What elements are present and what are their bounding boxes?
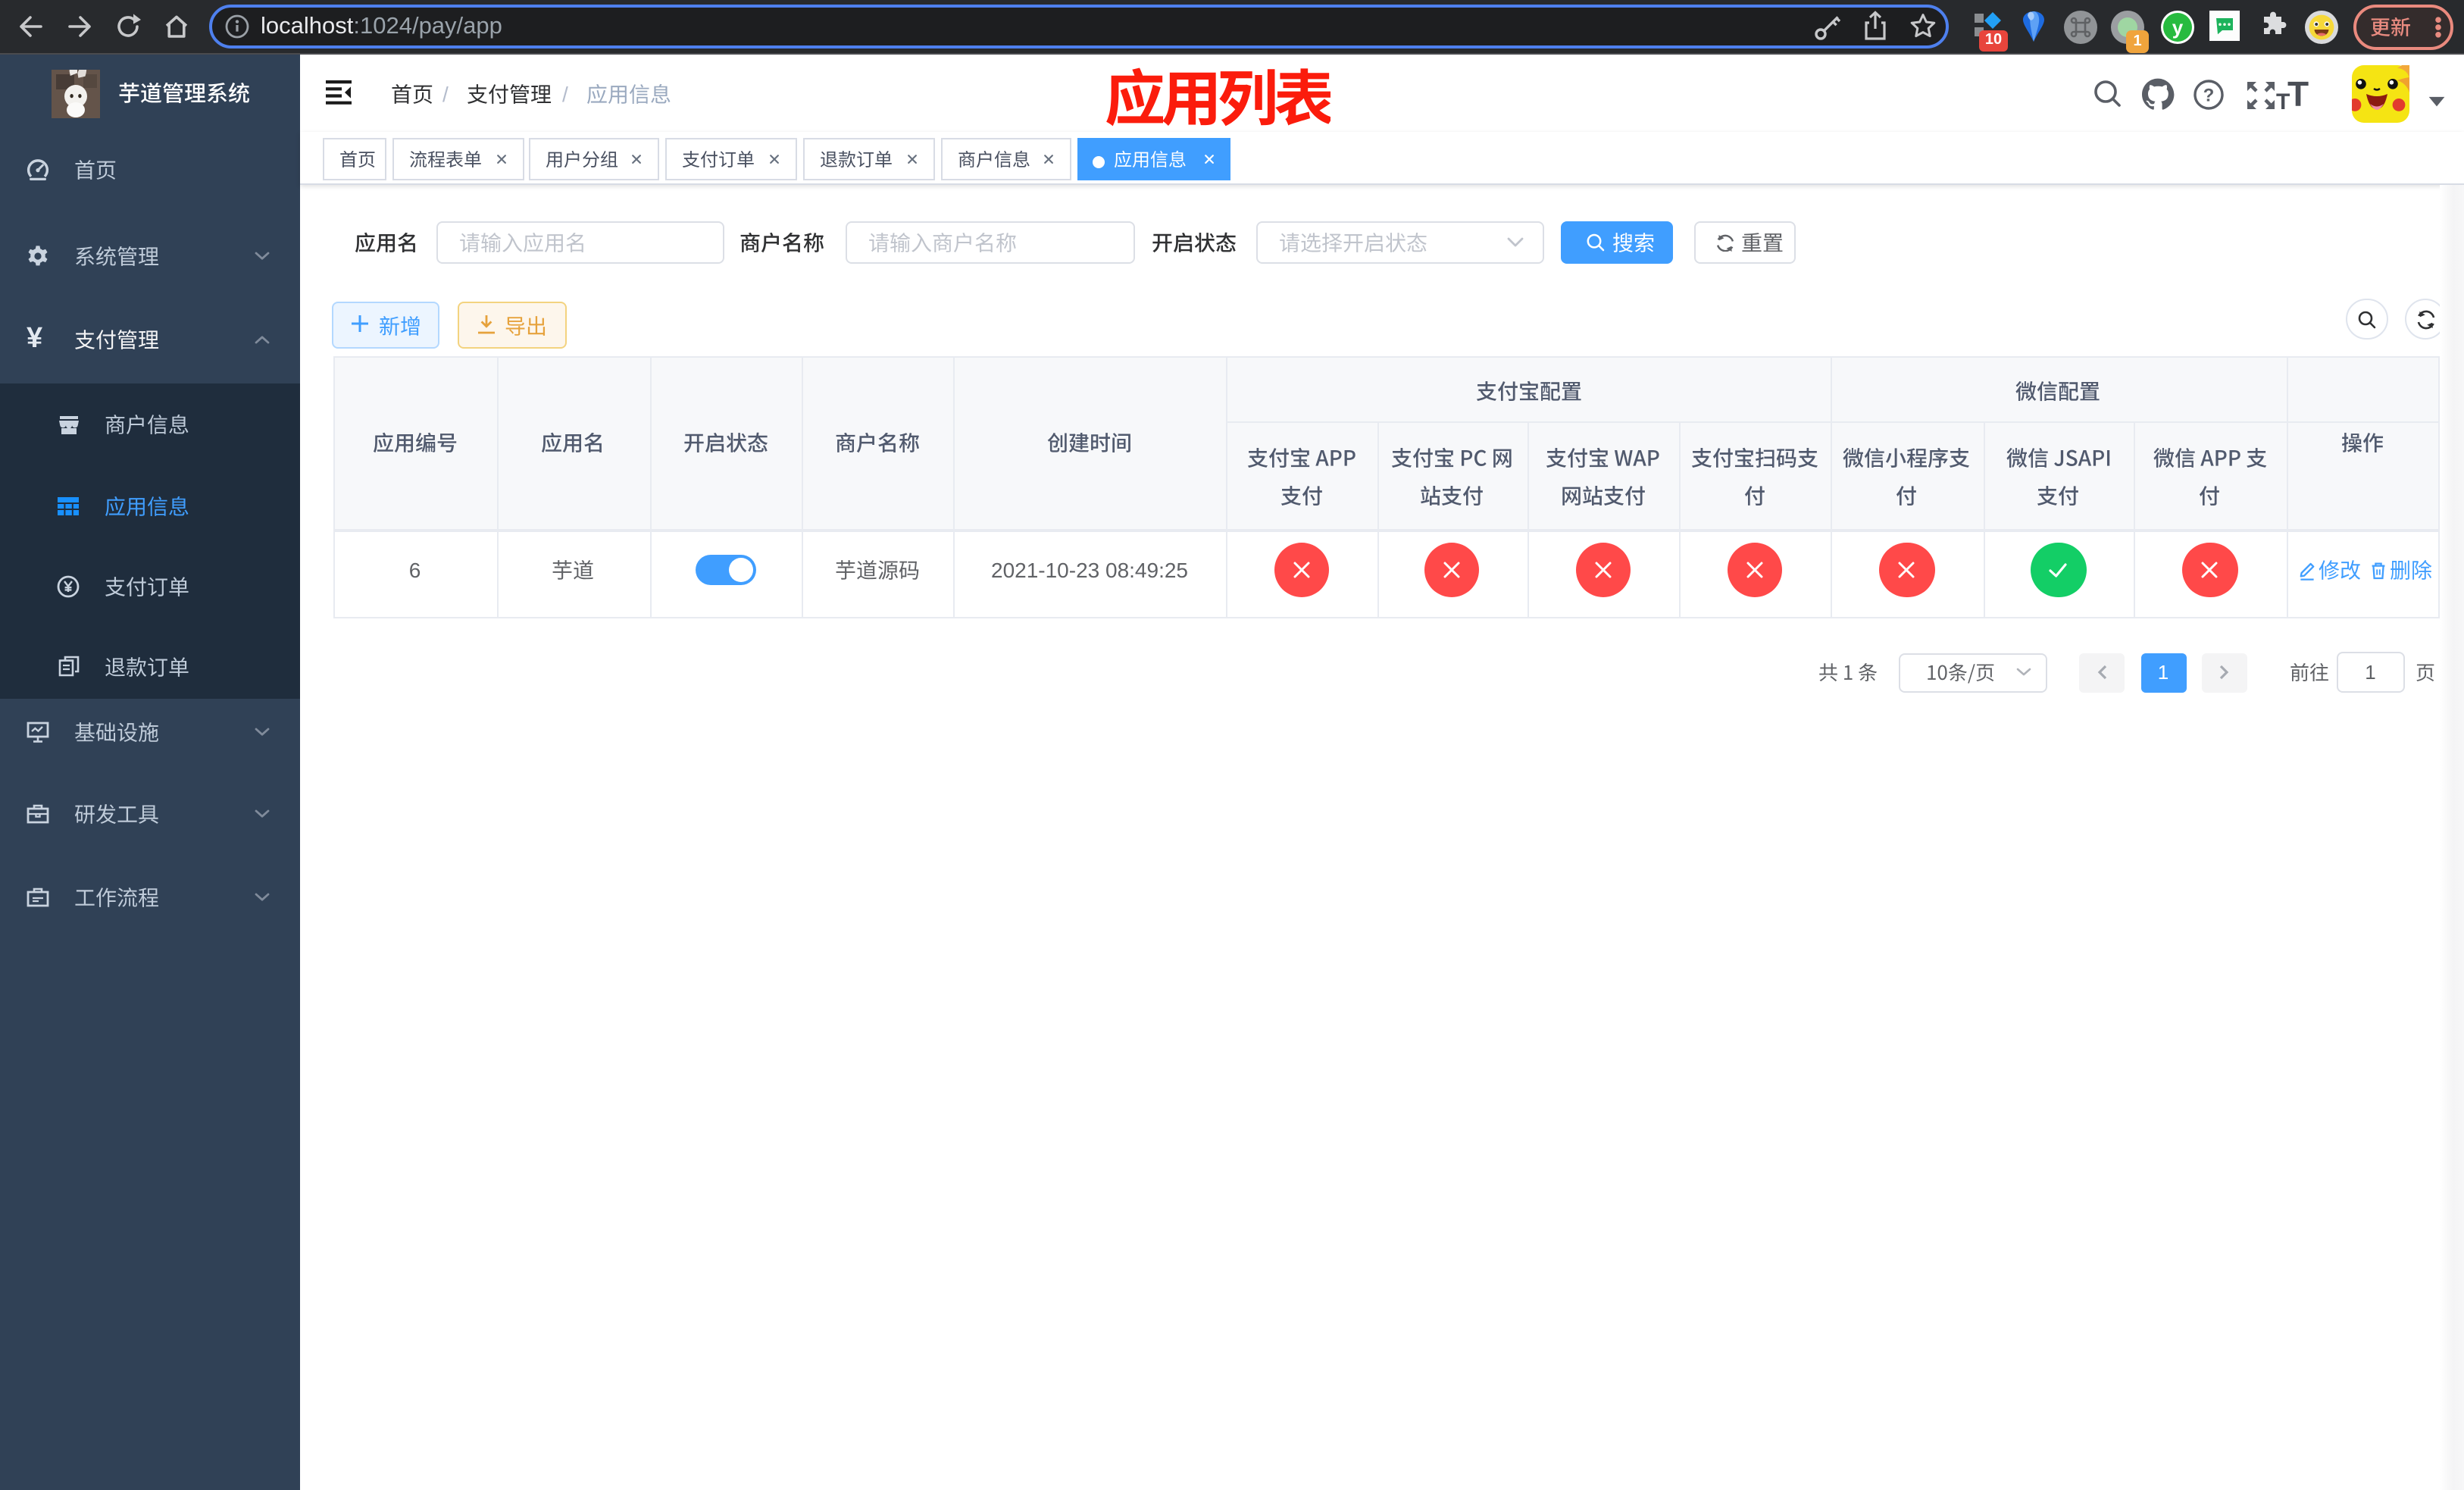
svg-text:?: ? [2203, 86, 2215, 106]
svg-text:y: y [2172, 15, 2184, 38]
